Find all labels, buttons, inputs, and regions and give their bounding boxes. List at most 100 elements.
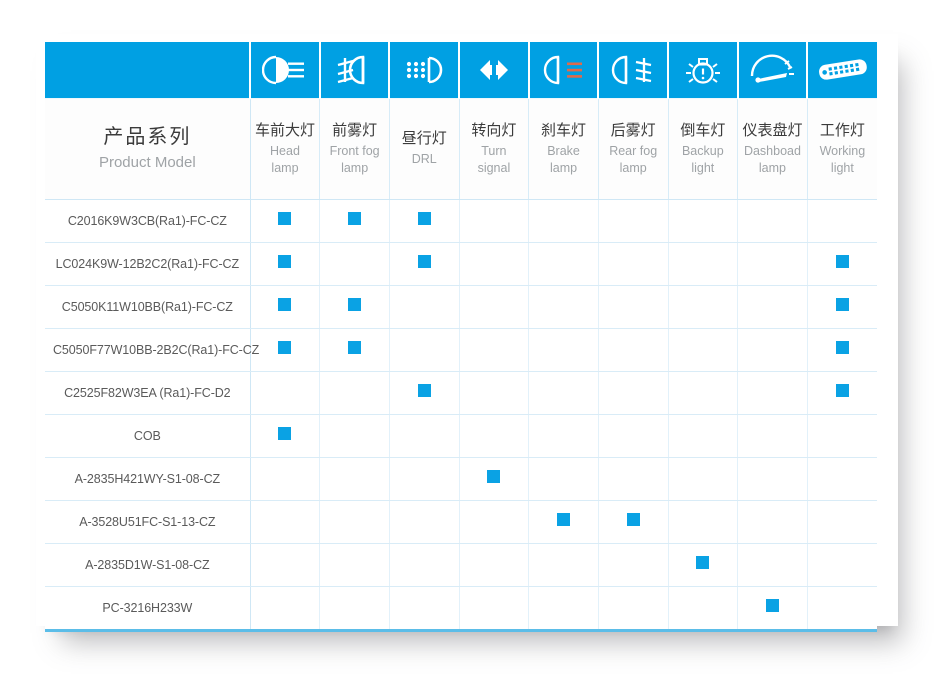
table-row: LC024K9W-12B2C2(Ra1)-FC-CZ [45,242,877,286]
column-label-en-line1: Working [819,143,866,158]
matrix-cell-front-fog-lamp [319,242,390,286]
column-label-en: Rear fog lamp [601,143,666,177]
matrix-cell-head-lamp [250,414,321,458]
table-row: A-3528U51FC-S1-13-CZ [45,500,877,544]
matrix-cell-drl [389,586,460,632]
column-label-en: Working light [810,143,875,177]
check-mark-square [835,384,849,397]
check-mark-square [348,341,362,354]
matrix-cell-rear-fog-lamp [598,457,669,501]
product-model-cell: C5050F77W10BB-2B2C(Ra1)-FC-CZ [45,328,259,372]
matrix-cell-front-fog-lamp [319,457,390,501]
check-mark-square [417,384,431,397]
table-row: C5050K11W10BB(Ra1)-FC-CZ [45,285,877,329]
matrix-cell-brake-lamp [528,414,599,458]
matrix-cell-front-fog-lamp [319,414,390,458]
matrix-cell-backup-light [668,543,739,587]
matrix-cell-head-lamp [250,500,321,544]
matrix-cell-dashboard-lamp [737,242,808,286]
column-header-backup-light: 倒车灯 Backup light [668,98,739,200]
icon-cell-backup-light [668,42,739,99]
column-header-dashboard-lamp: 仪表盘灯 Dashboad lamp [737,98,808,200]
matrix-cell-backup-light [668,500,739,544]
column-label-cn: 前雾灯 [332,120,378,139]
column-label-en-line1: Head [270,143,300,158]
matrix-cell-rear-fog-lamp [598,543,669,587]
matrix-cell-turn-signal [459,500,530,544]
column-header-turn-signal: 转向灯 Turn signal [459,98,530,200]
column-header-drl: 昼行灯 DRL [389,98,460,200]
table-row: C2525F82W3EA (Ra1)-FC-D2 [45,371,877,415]
column-label-en-line2: light [830,160,854,175]
table-row: A-2835D1W-S1-08-CZ [45,543,877,587]
matrix-cell-backup-light [668,371,739,415]
matrix-cell-dashboard-lamp [737,543,808,587]
icon-cell-front-fog-lamp [319,42,391,99]
matrix-cell-head-lamp [250,457,321,501]
matrix-cell-turn-signal [459,543,530,587]
matrix-cell-dashboard-lamp [737,414,808,458]
table-row: A-2835H421WY-S1-08-CZ [45,457,877,501]
matrix-cell-backup-light [668,457,739,501]
icon-cell-drl [389,42,461,99]
check-mark-square [626,513,640,526]
matrix-cell-backup-light [668,199,739,243]
drl-icon [390,42,458,98]
matrix-cell-brake-lamp [528,328,599,372]
table-row: PC-3216H233W [45,586,877,632]
matrix-cell-dashboard-lamp [737,371,808,415]
product-model-cell: COB [45,414,251,458]
matrix-cell-head-lamp [250,543,321,587]
check-mark-square [765,599,779,612]
matrix-body: C2016K9W3CB(Ra1)-FC-CZ LC024K9W-12B2C2(Ra… [45,199,877,632]
matrix-cell-working-light [807,328,877,372]
column-label-en-line2: lamp [341,160,369,175]
check-mark-square [557,513,571,526]
matrix-cell-rear-fog-lamp [598,199,669,243]
matrix-cell-front-fog-lamp [319,586,390,632]
column-label-cn: 后雾灯 [610,120,656,139]
product-compatibility-sheet: 产品系列 Product Model 车前大灯 Head lamp 前雾灯 Fr… [36,34,898,632]
matrix-cell-rear-fog-lamp [598,242,669,286]
icon-header-spacer [45,42,252,99]
text-header-row: 产品系列 Product Model 车前大灯 Head lamp 前雾灯 Fr… [45,98,877,200]
matrix-cell-head-lamp [250,328,321,372]
matrix-cell-front-fog-lamp [319,371,390,415]
product-model-label: COB [133,429,161,443]
column-label-en-line1: Turn [481,143,507,158]
icon-cell-turn-signal [459,42,530,99]
matrix-cell-dashboard-lamp [737,457,808,501]
front-fog-lamp-icon [321,42,389,98]
matrix-cell-drl [389,414,460,458]
matrix-cell-backup-light [668,285,739,329]
matrix-cell-rear-fog-lamp [598,500,669,544]
matrix-cell-rear-fog-lamp [598,328,669,372]
column-label-en: Brake lamp [531,143,596,177]
column-header-working-light: 工作灯 Working light [807,98,877,200]
product-application-matrix: 产品系列 Product Model 车前大灯 Head lamp 前雾灯 Fr… [45,42,877,632]
matrix-cell-front-fog-lamp [319,543,390,587]
column-label-cn: 转向灯 [471,120,517,139]
product-model-label: C2525F82W3EA (Ra1)-FC-D2 [64,386,231,400]
icon-cell-rear-fog-lamp [598,42,669,99]
page-title-cn: 产品系列 [103,124,192,148]
check-mark-square [835,255,849,268]
matrix-cell-brake-lamp [528,371,599,415]
head-lamp-icon [251,42,319,98]
brake-lamp-icon [530,42,598,98]
check-mark-square [417,212,431,225]
product-model-cell: C5050K11W10BB(Ra1)-FC-CZ [45,285,251,329]
matrix-cell-working-light [807,414,877,458]
matrix-cell-drl [389,371,460,415]
matrix-cell-head-lamp [250,371,321,415]
icon-cell-dashboard-lamp [737,42,809,99]
icon-cell-head-lamp [250,42,321,99]
matrix-cell-brake-lamp [528,500,599,544]
column-label-en-line1: Brake [547,143,580,158]
row-header-title-cell: 产品系列 Product Model [45,98,251,200]
table-row: C5050F77W10BB-2B2C(Ra1)-FC-CZ [45,328,877,372]
product-model-cell: A-2835D1W-S1-08-CZ [45,543,251,587]
matrix-cell-brake-lamp [528,543,599,587]
matrix-cell-drl [389,457,460,501]
matrix-cell-working-light [807,242,877,286]
